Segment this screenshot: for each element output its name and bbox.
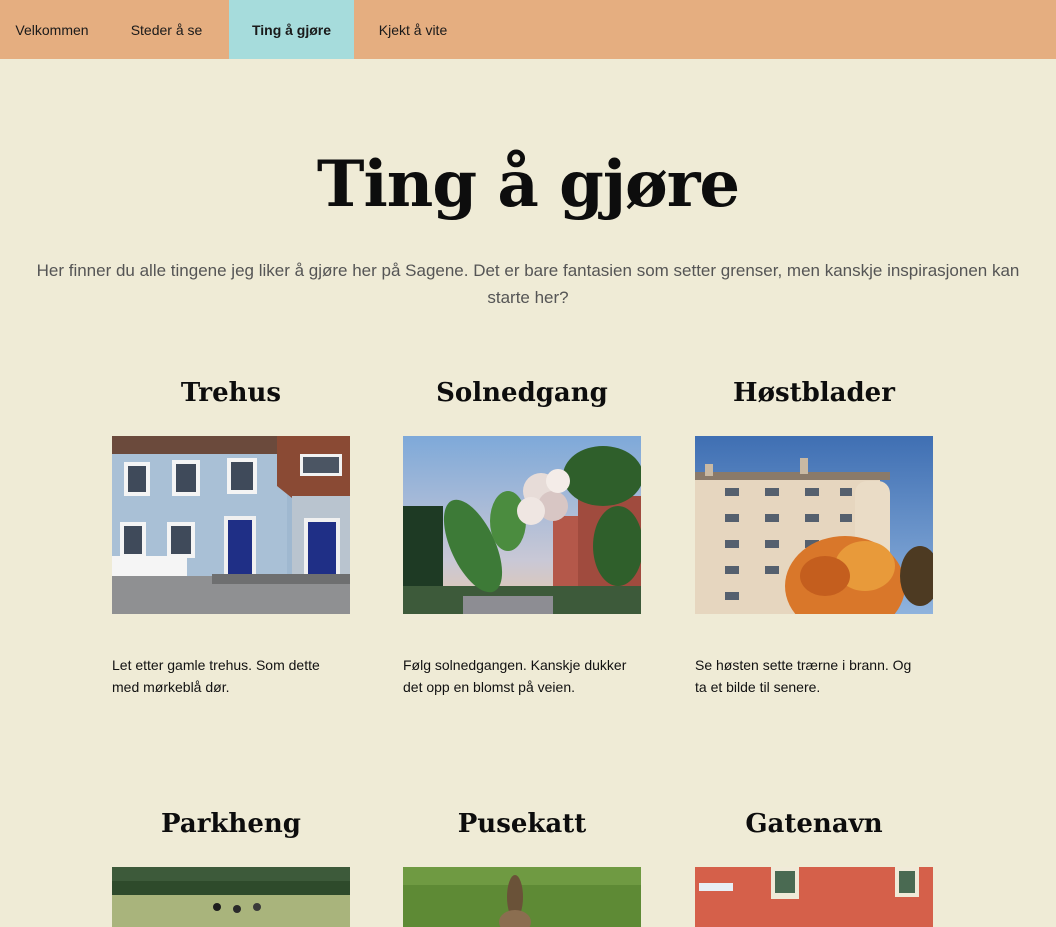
nav-item-ting-a-gjore[interactable]: Ting å gjøre <box>229 0 354 59</box>
card-title: Høstblader <box>733 378 895 408</box>
card-description: Se høsten sette trærne i brann. Og ta et… <box>695 657 912 695</box>
card-title: Trehus <box>180 378 282 408</box>
card-title: Solnedgang <box>436 378 608 408</box>
hostblader-photo <box>695 436 933 614</box>
card-title: Parkheng <box>161 809 301 839</box>
card-title: Pusekatt <box>457 809 587 839</box>
intro-text: Her finner du alle tingene jeg liker å g… <box>36 261 1020 307</box>
card-title: Gatenavn <box>745 809 883 839</box>
page-title: Ting å gjøre <box>316 147 740 222</box>
solnedgang-photo <box>403 436 641 614</box>
card-description: Følg solnedgangen. Kanskje dukker det op… <box>403 657 627 695</box>
top-navigation: Velkommen Steder å se Ting å gjøre Kjekt… <box>0 0 1056 59</box>
pusekatt-photo <box>403 867 641 927</box>
parkheng-photo <box>112 867 350 927</box>
gatenavn-photo <box>695 867 933 927</box>
card-description: Let etter gamle trehus. Som dette med mø… <box>112 657 320 695</box>
nav-item-steder-a-se[interactable]: Steder å se <box>104 0 229 59</box>
nav-item-kjekt-a-vite[interactable]: Kjekt å vite <box>354 0 472 59</box>
nav-item-velkommen[interactable]: Velkommen <box>0 0 104 59</box>
trehus-photo <box>112 436 350 614</box>
